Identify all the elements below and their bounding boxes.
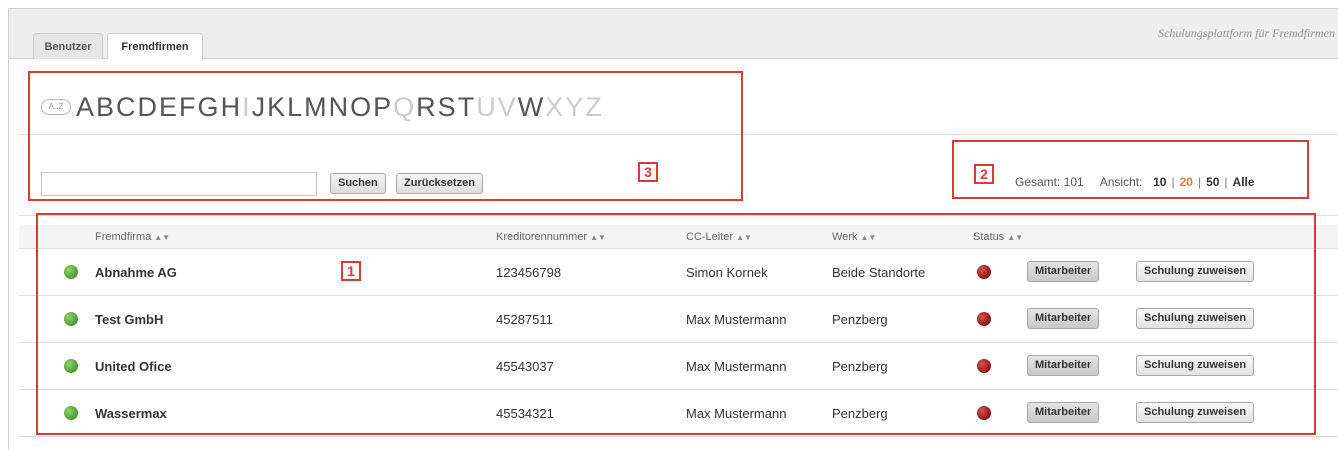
main-content: A..Z ABCDEFGHIJKLMNOPQRSTUVWXYZ Suchen Z… <box>19 59 1338 450</box>
app-window: Benutzer Fremdfirmen Schulungsplattform … <box>8 8 1338 450</box>
annotation-box-3 <box>28 71 743 201</box>
tab-benutzer[interactable]: Benutzer <box>33 33 103 60</box>
annotation-label-2: 2 <box>974 164 994 184</box>
top-bar: Benutzer Fremdfirmen Schulungsplattform … <box>9 9 1338 61</box>
annotation-label-3: 3 <box>638 162 658 182</box>
annotation-label-1: 1 <box>341 261 361 281</box>
tab-fremdfirmen[interactable]: Fremdfirmen <box>107 33 203 61</box>
annotation-box-1 <box>36 213 1316 435</box>
annotation-box-2 <box>952 140 1309 199</box>
platform-title: Schulungsplattform für Fremdfirmen <box>1158 26 1335 40</box>
